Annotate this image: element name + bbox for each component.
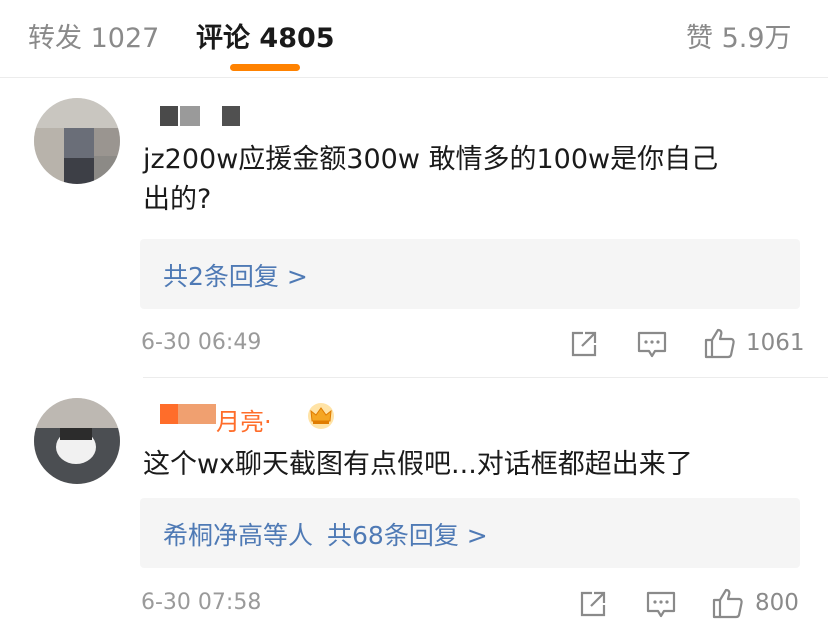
username-text: 月亮· [216, 408, 272, 436]
tab-reposts-label: 转发 [28, 23, 82, 54]
like-count: 800 [755, 590, 799, 616]
reply-summary-box[interactable]: 希桐净高等人 共68条回复 > [140, 498, 800, 568]
tab-comments[interactable]: 评论 4805 [196, 16, 335, 55]
comment-tabs: 转发 1027 评论 4805 赞 5.9万 [0, 0, 828, 78]
comment-timestamp: 6-30 06:49 [141, 330, 262, 355]
tab-likes-label: 赞 [686, 23, 713, 54]
tab-likes-count: 5.9万 [721, 23, 792, 54]
comment-icon[interactable] [645, 589, 677, 619]
comment-divider [143, 377, 828, 378]
tab-likes[interactable]: 赞 5.9万 [686, 16, 792, 55]
reply-count: 共68条回复 > [327, 521, 488, 550]
reply-names: 希桐净高等人 [163, 521, 314, 550]
tab-reposts-count: 1027 [90, 23, 160, 54]
comment-text: 这个wx聊天截图有点假吧...对话框都超出来了 [143, 445, 793, 485]
like-icon[interactable] [703, 326, 737, 360]
tab-comments-label: 评论 [196, 23, 250, 54]
crown-icon [308, 403, 334, 429]
reply-summary-box[interactable]: 共2条回复 > [140, 239, 800, 309]
reply-summary-link[interactable]: 共2条回复 > [163, 257, 308, 293]
like-count: 1061 [746, 330, 805, 356]
avatar[interactable] [34, 398, 120, 484]
comment-text-line: 这个wx聊天截图有点假吧...对话框都超出来了 [143, 449, 693, 480]
comment-text: jz200w应援金额300w 敢情多的100w是你自己 出的? [143, 140, 793, 220]
comment-text-line: jz200w应援金额300w 敢情多的100w是你自己 [143, 144, 719, 175]
share-icon[interactable] [578, 589, 608, 619]
tab-reposts[interactable]: 转发 1027 [28, 16, 159, 55]
avatar[interactable] [34, 98, 120, 184]
comment-text-line: 出的? [143, 184, 212, 215]
comment-icon[interactable] [636, 329, 668, 359]
active-tab-indicator [230, 64, 300, 71]
like-icon[interactable] [711, 586, 745, 620]
comment-timestamp: 6-30 07:58 [141, 590, 262, 615]
share-icon[interactable] [569, 329, 599, 359]
tabs-divider [0, 77, 828, 78]
tab-comments-count: 4805 [259, 23, 335, 54]
reply-summary-link[interactable]: 希桐净高等人 共68条回复 > [163, 516, 488, 552]
